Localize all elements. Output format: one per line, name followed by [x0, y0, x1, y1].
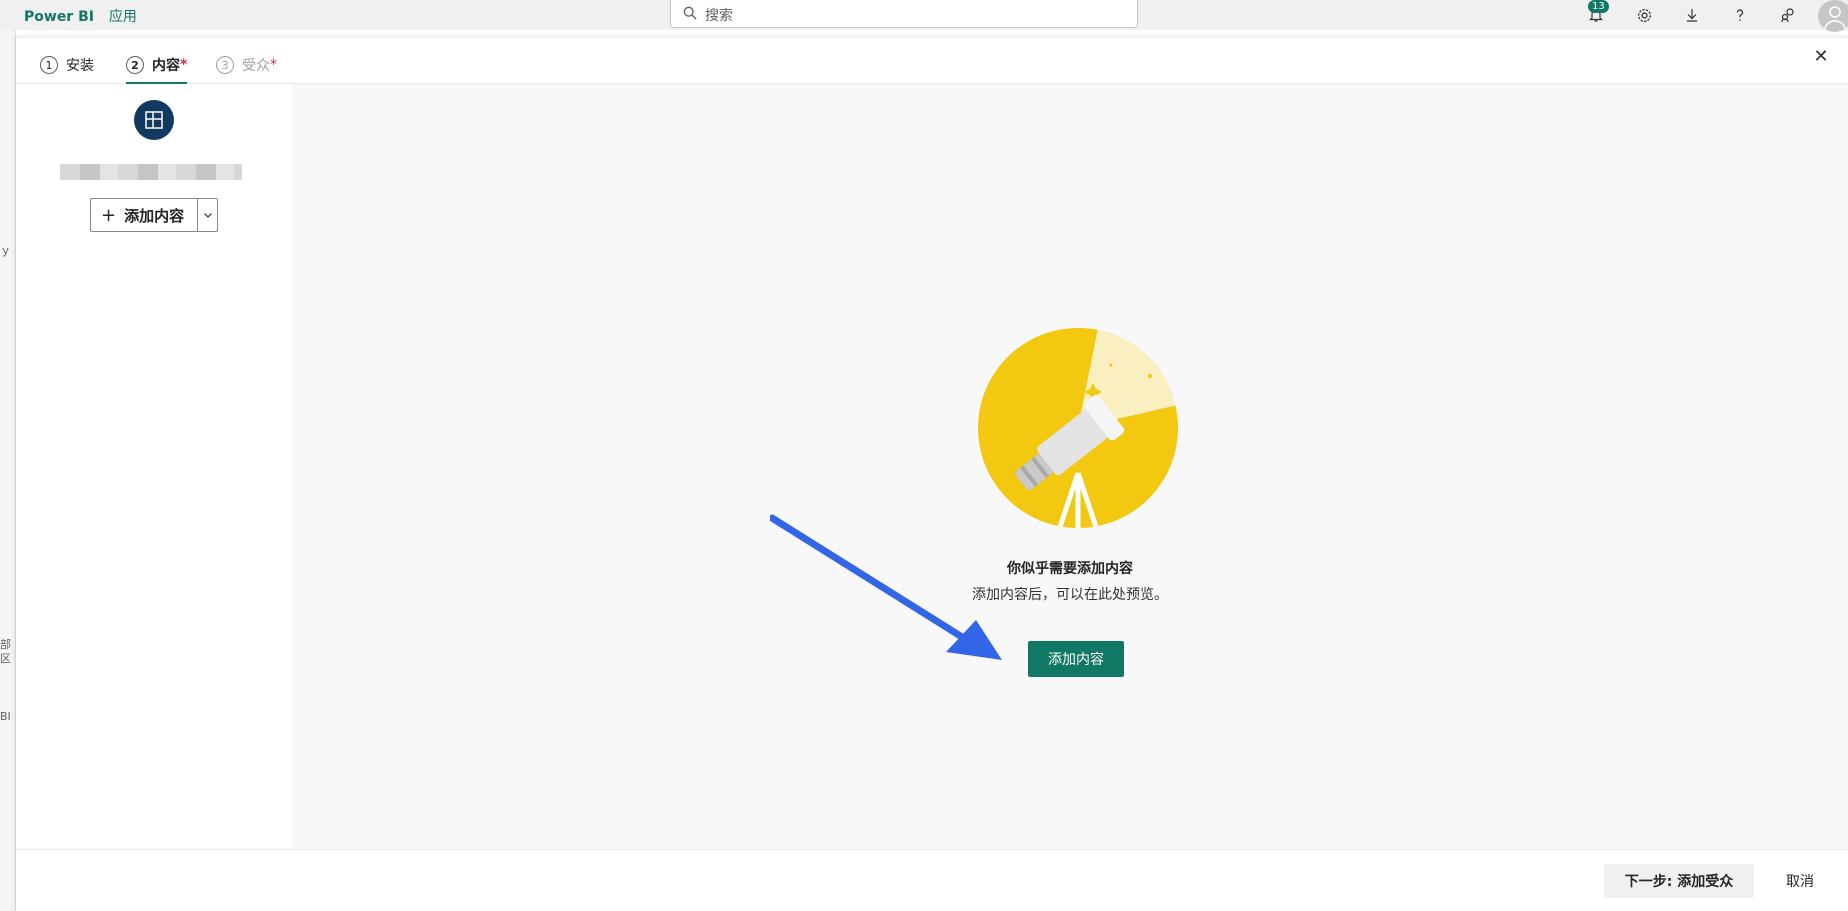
background-text: ｙ: [0, 244, 11, 257]
add-content-primary-button[interactable]: 添加内容: [1028, 641, 1124, 677]
wizard-steps: 1 安装 2 内容 * 3 受众 * ✕: [16, 38, 1848, 84]
plus-icon: +: [101, 204, 117, 226]
add-content-label: 添加内容: [124, 206, 185, 225]
top-bar: Power BI 应用 搜索 13: [0, 0, 1848, 32]
step-label: 受众: [242, 58, 270, 74]
required-marker: *: [270, 57, 277, 73]
step-number: 3: [216, 56, 234, 74]
workspace-icon: [134, 100, 174, 140]
background-text: 区: [0, 652, 11, 665]
search-placeholder: 搜索: [705, 8, 733, 24]
step-setup[interactable]: 1 安装: [40, 54, 94, 76]
step-number: 1: [40, 56, 58, 74]
step-number: 2: [126, 56, 144, 74]
background-page-edge: ｙ 部 区 BI: [0, 30, 16, 911]
empty-state-title: 你似乎需要添加内容: [1007, 561, 1133, 577]
close-icon[interactable]: ✕: [1812, 48, 1830, 66]
notification-badge: 13: [1588, 0, 1609, 13]
content-preview-area: 你似乎需要添加内容 添加内容后，可以在此处预览。 添加内容: [292, 84, 1848, 849]
download-icon[interactable]: [1680, 3, 1704, 27]
brand-name[interactable]: Power BI: [24, 9, 94, 25]
telescope-illustration: [978, 328, 1178, 528]
gear-icon[interactable]: [1632, 3, 1656, 27]
user-avatar[interactable]: [1818, 0, 1848, 32]
add-content-dropdown[interactable]: [197, 199, 217, 231]
add-content-button[interactable]: + 添加内容: [91, 199, 197, 231]
apps-link[interactable]: 应用: [109, 9, 137, 25]
background-text: BI: [0, 710, 11, 723]
wizard-footer: 下一步: 添加受众 取消: [16, 849, 1848, 911]
step-content[interactable]: 2 内容 *: [126, 54, 188, 84]
cancel-button[interactable]: 取消: [1770, 864, 1830, 898]
brand[interactable]: Power BI 应用: [24, 6, 137, 26]
add-content-split-button[interactable]: + 添加内容: [90, 198, 218, 232]
required-marker: *: [180, 57, 188, 73]
workspace-name-redacted: [60, 164, 242, 180]
search-icon: [683, 6, 697, 20]
step-label: 安装: [66, 58, 94, 74]
step-audience[interactable]: 3 受众 *: [216, 54, 277, 76]
next-add-audience-button[interactable]: 下一步: 添加受众: [1604, 864, 1754, 898]
empty-state-subtitle: 添加内容后，可以在此处预览。: [972, 587, 1168, 603]
annotation-arrow-icon: [770, 514, 1002, 660]
help-icon[interactable]: [1728, 3, 1752, 27]
share-feedback-icon[interactable]: [1776, 3, 1800, 27]
chevron-down-icon: [203, 213, 212, 218]
content-sidebar: + 添加内容: [16, 84, 292, 849]
app-setup-panel: 1 安装 2 内容 * 3 受众 * ✕ + 添加内容 你似乎需要添加内容 添加…: [16, 38, 1848, 911]
step-label: 内容: [152, 58, 180, 74]
search-box[interactable]: 搜索: [670, 0, 1138, 28]
